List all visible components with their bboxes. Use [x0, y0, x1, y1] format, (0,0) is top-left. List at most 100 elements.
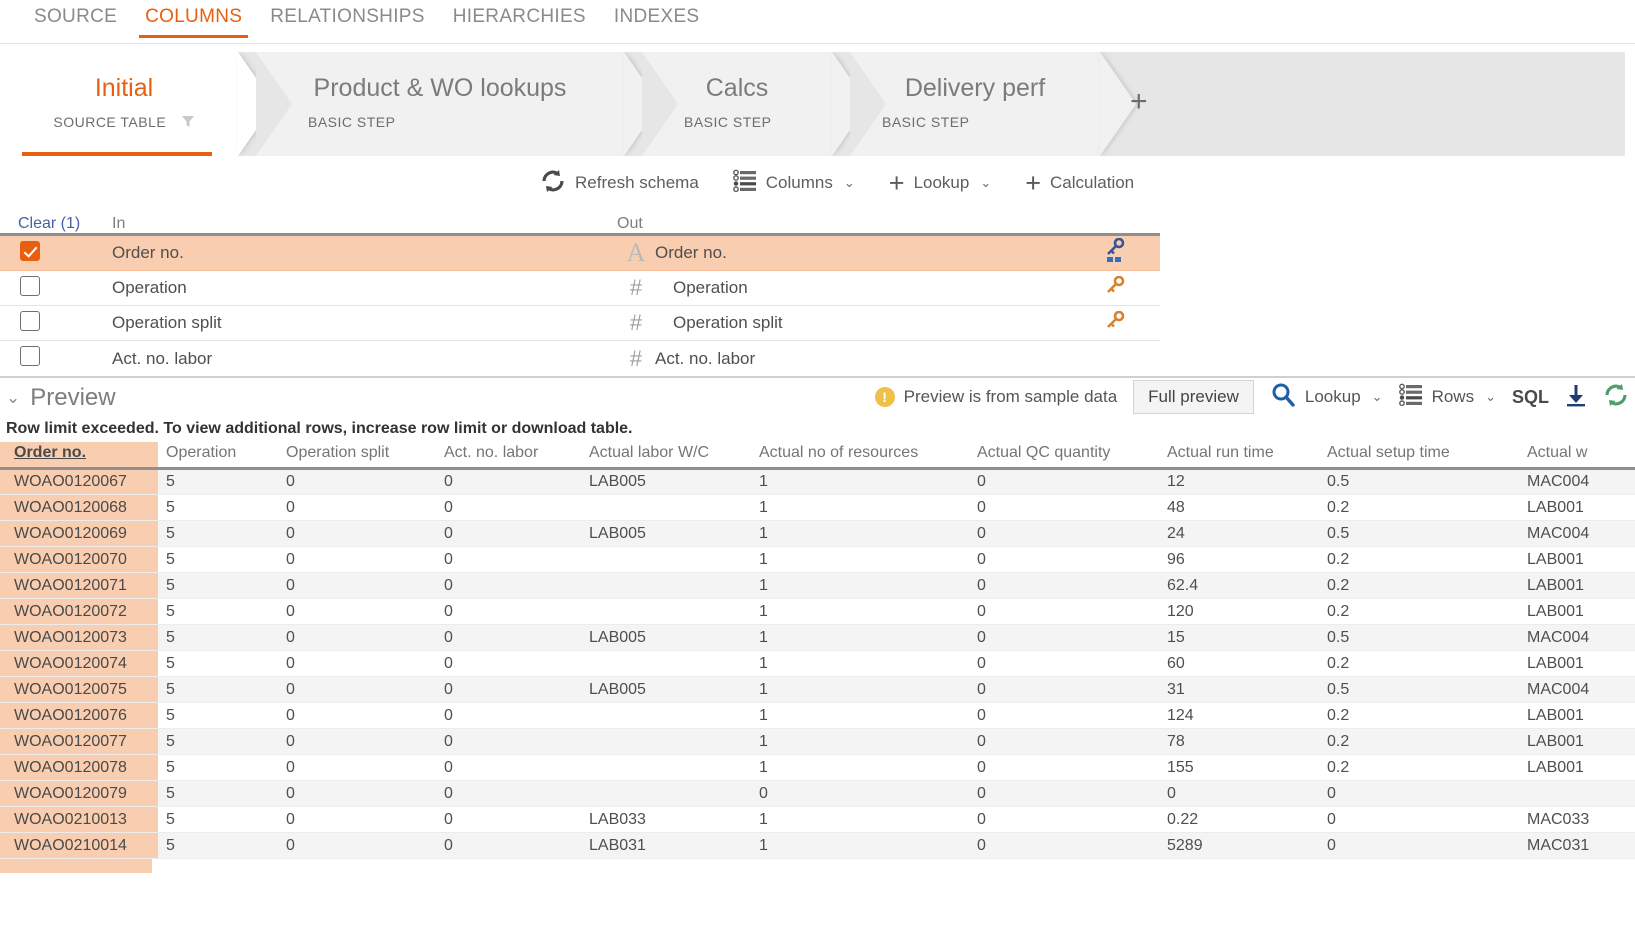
table-row[interactable]: WOAO012007750010780.2LAB001 [0, 729, 1635, 755]
step-initial[interactable]: Initial SOURCE TABLE [10, 52, 238, 156]
col-header-actual-qc-quantity[interactable]: Actual QC quantity [969, 442, 1159, 469]
col-header-operation-split[interactable]: Operation split [278, 442, 436, 469]
table-cell: 1 [751, 495, 969, 521]
preview-title-group[interactable]: ⌄ Preview [0, 384, 116, 412]
top-tab-bar: SOURCE COLUMNS RELATIONSHIPS HIERARCHIES… [0, 0, 1635, 44]
step-product-wo-lookups[interactable]: Product & WO lookups BASIC STEP [256, 52, 624, 156]
table-cell: 1 [751, 651, 969, 677]
table-cell: LAB001 [1519, 599, 1635, 625]
full-preview-button[interactable]: Full preview [1133, 380, 1254, 414]
table-row[interactable]: WOAO0120076500101240.2LAB001 [0, 703, 1635, 729]
table-cell: 0 [278, 807, 436, 833]
col-header-actual-setup-time[interactable]: Actual setup time [1319, 442, 1519, 469]
filter-icon[interactable] [181, 114, 195, 131]
table-row[interactable]: WOAO0120067500LAB00510120.5MAC004 [0, 469, 1635, 495]
step-delivery-perf-type: BASIC STEP [882, 114, 969, 130]
column-key-cell [1070, 276, 1160, 301]
download-icon[interactable] [1565, 383, 1587, 412]
preview-rows-label: Rows [1432, 387, 1475, 407]
table-cell: 0 [436, 547, 581, 573]
table-row[interactable]: WOAO01200795000000 [0, 781, 1635, 807]
preview-lookup-button[interactable]: Lookup ⌄ [1270, 382, 1383, 413]
preview-header: ⌄ Preview ! Preview is from sample data … [0, 376, 1635, 418]
col-header-actual-no-of-resources[interactable]: Actual no of resources [751, 442, 969, 469]
column-header-out: Out [617, 215, 643, 233]
table-row[interactable]: WOAO0120072500101200.2LAB001 [0, 599, 1635, 625]
table-cell: MAC031 [1519, 833, 1635, 859]
column-row[interactable]: Operation split # Operation split [0, 306, 1160, 341]
table-row[interactable]: WOAO0210013500LAB033100.220MAC033 [0, 807, 1635, 833]
columns-menu-label: Columns [766, 173, 833, 193]
table-row[interactable]: WOAO0120075500LAB00510310.5MAC004 [0, 677, 1635, 703]
table-cell: 60 [1159, 651, 1319, 677]
add-step-button[interactable]: + [1130, 85, 1148, 119]
table-row[interactable]: WOAO0120069500LAB00510240.5MAC004 [0, 521, 1635, 547]
preview-table-body: WOAO0120067500LAB00510120.5MAC004WOAO012… [0, 469, 1635, 859]
table-cell [581, 729, 751, 755]
tab-indexes[interactable]: INDEXES [600, 4, 714, 38]
column-in-name: Order no. [112, 243, 617, 263]
columns-menu-button[interactable]: Columns ⌄ [733, 169, 855, 198]
table-cell: 0 [278, 833, 436, 859]
column-row-checkbox-cell [0, 276, 112, 301]
add-lookup-button[interactable]: + Lookup ⌄ [889, 170, 991, 197]
table-row[interactable]: WOAO012007450010600.2LAB001 [0, 651, 1635, 677]
tab-columns[interactable]: COLUMNS [131, 4, 256, 38]
row-checkbox[interactable] [20, 241, 40, 261]
row-checkbox[interactable] [20, 311, 40, 331]
table-row[interactable]: WOAO012007050010960.2LAB001 [0, 547, 1635, 573]
table-cell: 1 [751, 573, 969, 599]
row-checkbox[interactable] [20, 346, 40, 366]
table-cell: 0.5 [1319, 677, 1519, 703]
table-row[interactable]: WOAO0120078500101550.2LAB001 [0, 755, 1635, 781]
table-cell: 0 [278, 547, 436, 573]
step-calcs[interactable]: Calcs BASIC STEP [642, 52, 832, 156]
tab-relationships[interactable]: RELATIONSHIPS [256, 4, 439, 38]
tab-source[interactable]: SOURCE [20, 4, 131, 38]
table-cell: 0.2 [1319, 651, 1519, 677]
table-row[interactable]: WOAO01200715001062.40.2LAB001 [0, 573, 1635, 599]
column-out-name: Order no. [655, 243, 1070, 263]
columns-list-header: Clear (1) In Out [0, 210, 1160, 236]
clear-selection-link[interactable]: Clear (1) [0, 215, 112, 233]
add-calculation-button[interactable]: + Calculation [1025, 170, 1134, 197]
table-cell: 0 [969, 729, 1159, 755]
refresh-preview-icon[interactable] [1603, 382, 1629, 413]
col-header-actual-labor-wc[interactable]: Actual labor W/C [581, 442, 751, 469]
column-row[interactable]: Order no. A Order no. [0, 236, 1160, 271]
table-cell: 0 [436, 807, 581, 833]
table-row[interactable]: WOAO0210014500LAB0311052890MAC031 [0, 833, 1635, 859]
column-row[interactable]: Act. no. labor # Act. no. labor [0, 341, 1160, 376]
column-row[interactable]: Operation # Operation [0, 271, 1160, 306]
row-checkbox[interactable] [20, 276, 40, 296]
table-row[interactable]: WOAO0120073500LAB00510150.5MAC004 [0, 625, 1635, 651]
sql-button[interactable]: SQL [1512, 387, 1549, 408]
table-cell: LAB031 [581, 833, 751, 859]
column-row-checkbox-cell [0, 241, 112, 266]
col-header-actual-run-time[interactable]: Actual run time [1159, 442, 1319, 469]
table-cell: WOAO0120078 [0, 755, 158, 781]
table-cell: 0 [436, 677, 581, 703]
table-cell: 0.5 [1319, 625, 1519, 651]
table-row[interactable]: WOAO012006850010480.2LAB001 [0, 495, 1635, 521]
table-cell: 24 [1159, 521, 1319, 547]
table-cell: WOAO0120071 [0, 573, 158, 599]
table-cell: 0 [969, 599, 1159, 625]
table-cell: 5289 [1159, 833, 1319, 859]
preview-rows-button[interactable]: Rows ⌄ [1399, 383, 1496, 412]
step-delivery-perf-label: Delivery perf [850, 74, 1100, 103]
number-type-icon: # [617, 346, 655, 372]
refresh-schema-button[interactable]: Refresh schema [540, 168, 699, 199]
col-header-operation[interactable]: Operation [158, 442, 278, 469]
chevron-down-icon[interactable]: ⌄ [6, 388, 20, 408]
step-delivery-perf[interactable]: Delivery perf BASIC STEP [850, 52, 1100, 156]
step-list: Initial SOURCE TABLE Product & WO lookup… [10, 52, 1625, 156]
column-in-name: Operation [112, 278, 617, 298]
tab-hierarchies[interactable]: HIERARCHIES [439, 4, 600, 38]
table-cell: 0 [278, 521, 436, 547]
table-cell: 124 [1159, 703, 1319, 729]
table-cell: 0 [969, 573, 1159, 599]
col-header-order-no[interactable]: Order no. [0, 442, 158, 469]
col-header-actual-w[interactable]: Actual w [1519, 442, 1635, 469]
col-header-act-no-labor[interactable]: Act. no. labor [436, 442, 581, 469]
